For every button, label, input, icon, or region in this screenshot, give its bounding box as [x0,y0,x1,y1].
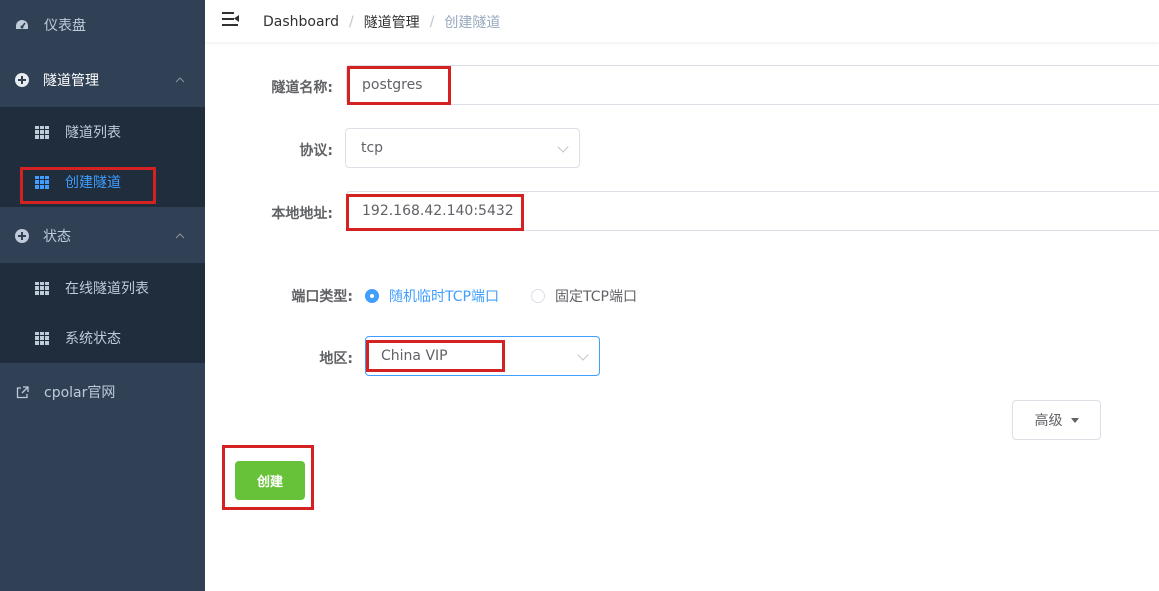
sidebar-item-tunnel-management[interactable]: 隧道管理 [0,55,205,105]
plus-circle-icon [15,73,29,87]
breadcrumb-tunnel-management[interactable]: 隧道管理 [364,12,420,32]
breadcrumb-current: 创建隧道 [444,15,501,31]
navbar: Dashboard / 隧道管理 / 创建隧道 [205,0,1159,42]
protocol-select[interactable]: tcp [345,128,580,168]
protocol-value: tcp [361,140,384,156]
sidebar-item-cpolar-website[interactable]: cpolar官网 [0,367,205,417]
sidebar-item-label: 系统状态 [65,331,121,347]
radio-random-tcp-port[interactable]: 随机临时TCP端口 [365,286,499,306]
chevron-down-icon [577,349,589,361]
sidebar: 仪表盘 隧道管理 隧道列表 创建隧道 状态 在线隧道列表 系统状态 cpolar… [0,0,205,591]
chevron-up-icon [175,75,185,86]
table-icon [35,125,49,139]
sidebar-item-label: 创建隧道 [65,175,121,191]
region-select[interactable]: China VIP [365,336,600,376]
chevron-down-icon [557,141,569,153]
breadcrumb-dashboard[interactable]: Dashboard [263,14,339,30]
chevron-up-icon [175,231,185,242]
tunnel-name-label: 隧道名称: [271,80,333,96]
sidebar-item-dashboard[interactable]: 仪表盘 [0,0,205,50]
table-icon [35,175,49,189]
region-value: China VIP [381,348,448,364]
protocol-label: 协议: [299,143,333,159]
local-address-label: 本地地址: [271,206,333,222]
sidebar-item-tunnel-list[interactable]: 隧道列表 [0,107,205,157]
create-button[interactable]: 创建 [235,461,305,500]
region-label: 地区: [319,351,353,367]
sidebar-item-system-status[interactable]: 系统状态 [0,313,205,363]
breadcrumb-separator: / [429,14,435,30]
sidebar-item-create-tunnel[interactable]: 创建隧道 [0,157,205,207]
port-type-label: 端口类型: [291,289,353,305]
dashboard-icon [15,18,29,32]
create-label: 创建 [256,475,283,490]
tunnel-name-value: postgres [362,77,423,93]
sidebar-item-label: 隧道列表 [65,125,121,141]
local-address-value: 192.168.42.140:5432 [362,203,514,219]
sidebar-item-online-tunnels[interactable]: 在线隧道列表 [0,263,205,313]
table-icon [35,331,49,345]
sidebar-item-label: 在线隧道列表 [65,281,149,297]
tunnel-name-input[interactable]: postgres [346,65,1159,105]
sidebar-item-status[interactable]: 状态 [0,211,205,261]
sidebar-item-label: 状态 [43,229,71,245]
radio-label: 固定TCP端口 [555,289,637,305]
plus-circle-icon [15,229,29,243]
sidebar-item-label: 隧道管理 [43,73,99,89]
radio-dot [531,289,545,303]
table-icon [35,281,49,295]
sidebar-item-label: 仪表盘 [44,18,86,34]
advanced-label: 高级 [1034,413,1063,429]
radio-fixed-tcp-port[interactable]: 固定TCP端口 [531,286,637,306]
breadcrumb: Dashboard / 隧道管理 / 创建隧道 [263,12,500,32]
breadcrumb-separator: / [348,14,354,30]
radio-dot [365,289,379,303]
radio-label: 随机临时TCP端口 [389,289,499,305]
sidebar-item-label: cpolar官网 [44,385,116,401]
advanced-button[interactable]: 高级 [1012,400,1101,440]
hamburger-icon[interactable] [222,12,239,26]
caret-down-icon [1070,417,1079,423]
external-link-icon [15,385,29,399]
local-address-input[interactable]: 192.168.42.140:5432 [346,191,1159,231]
